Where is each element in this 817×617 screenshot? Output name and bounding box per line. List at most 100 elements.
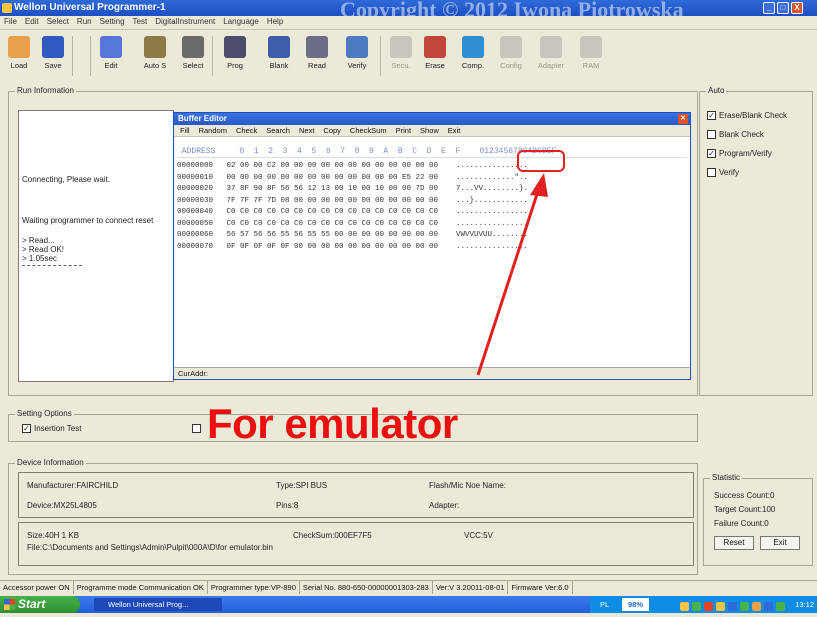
size-label: Size:40H 1 KB: [27, 531, 80, 540]
buffer-menu-copy[interactable]: Copy: [323, 126, 341, 135]
menu-item-setting[interactable]: Setting: [96, 16, 129, 27]
toolbar-button-label: Auto S: [143, 61, 167, 70]
buffer-menu-check[interactable]: Check: [236, 126, 257, 135]
tray-icon[interactable]: [716, 602, 725, 611]
battery-indicator[interactable]: 98%: [622, 598, 650, 611]
status-segment: Serial No. 880-650-00000001303-283: [300, 581, 433, 594]
status-segment: Accessor power ON: [0, 581, 74, 594]
exit-button[interactable]: Exit: [760, 536, 800, 550]
buffer-menu-random[interactable]: Random: [199, 126, 227, 135]
pins-label: Pins:8: [276, 501, 299, 510]
auto-option-checkbox[interactable]: ✓: [707, 149, 716, 159]
insertion-test-option[interactable]: ✓ Insertion Test: [22, 424, 82, 434]
tray-icon[interactable]: [728, 602, 737, 611]
tray-icon[interactable]: [680, 602, 689, 611]
tray-icon[interactable]: [764, 602, 773, 611]
toolbar-blank-button[interactable]: Blank: [262, 34, 296, 80]
auto-option-checkbox[interactable]: [707, 168, 716, 178]
menu-item-language[interactable]: Language: [219, 16, 263, 27]
toolbar-button-label: Save: [44, 61, 62, 70]
app-icon: [2, 3, 12, 13]
toolbar-button-label: Read: [308, 61, 326, 70]
auto-option-label: Verify: [719, 168, 740, 177]
menu-item-select[interactable]: Select: [43, 16, 73, 27]
buffer-editor-titlebar[interactable]: Buffer Editor ✕: [174, 113, 690, 125]
menu-item-digitalinstrument[interactable]: DigitalInstrument: [151, 16, 219, 27]
toolbar-separator: [90, 36, 91, 76]
buffer-menu-show[interactable]: Show: [420, 126, 439, 135]
buffer-menu-checksum[interactable]: CheckSum: [350, 126, 387, 135]
status-segment: Ver:V 3.20011-08-01: [433, 581, 509, 594]
toolbar-load-button[interactable]: Load: [2, 34, 36, 80]
toolbar-comp-button[interactable]: Comp.: [456, 34, 490, 80]
tray-icon[interactable]: [704, 602, 713, 611]
buffer-menu-fill[interactable]: Fill: [180, 126, 190, 135]
menu-item-test[interactable]: Test: [129, 16, 152, 27]
maximize-button[interactable]: □: [777, 2, 789, 14]
tray-icon[interactable]: [692, 602, 701, 611]
file-path-label: File:C:\Documents and Settings\Admin\Pul…: [27, 543, 273, 552]
auto-option-verify[interactable]: Verify: [707, 168, 740, 178]
menu-item-help[interactable]: Help: [263, 16, 287, 27]
auto-option-checkbox[interactable]: ✓: [707, 111, 716, 121]
auto-option-label: Program/Verify: [719, 149, 772, 158]
toolbar-secu-button: Secu.: [384, 34, 418, 80]
menu-item-file[interactable]: File: [0, 16, 21, 27]
toolbar-button-label: Blank: [269, 61, 289, 70]
toolbar-prog-button[interactable]: Prog: [218, 34, 252, 80]
adapter-label: Adapter:: [429, 501, 460, 510]
toolbar-separator: [72, 36, 73, 76]
run-information-title: Run Information: [15, 86, 76, 95]
auto-s-icon: [144, 36, 166, 58]
device-info-top: Manufacturer:FAIRCHILD Type:SPI BUS Flas…: [18, 472, 694, 518]
auto-option-blank-check[interactable]: Blank Check: [707, 130, 764, 140]
read-icon: [306, 36, 328, 58]
insertion-test-checkbox[interactable]: ✓: [22, 424, 31, 434]
insertion-test-label: Insertion Test: [34, 424, 82, 433]
buffer-editor-close-button[interactable]: ✕: [678, 114, 688, 124]
toolbar-erase-button[interactable]: Erase: [418, 34, 452, 80]
toolbar-select-button[interactable]: Select: [176, 34, 210, 80]
toolbar-save-button[interactable]: Save: [36, 34, 70, 80]
buffer-menu-next[interactable]: Next: [299, 126, 314, 135]
tray-icon[interactable]: [776, 602, 785, 611]
setting-option-2-checkbox[interactable]: [192, 424, 201, 434]
language-indicator[interactable]: PL: [600, 596, 609, 613]
run-log-line: > Read OK!: [22, 245, 65, 254]
auto-option-erase-blank-check[interactable]: ✓ Erase/Blank Check: [707, 111, 787, 121]
toolbar-edit-button[interactable]: Edit: [94, 34, 128, 80]
erase-icon: [424, 36, 446, 58]
toolbar-config-button: Config: [494, 34, 528, 80]
flash-name-label: Flash/Mic Noe Name:: [429, 481, 506, 490]
menu-item-edit[interactable]: Edit: [21, 16, 43, 27]
minimize-button[interactable]: _: [763, 2, 775, 14]
auto-option-checkbox[interactable]: [707, 130, 716, 140]
type-label: Type:SPI BUS: [276, 481, 328, 490]
target-count: Target Count:100: [714, 505, 776, 514]
reset-button[interactable]: Reset: [714, 536, 754, 550]
start-label: Start: [18, 597, 46, 611]
failure-count: Failure Count:0: [714, 519, 769, 528]
load-icon: [8, 36, 30, 58]
toolbar-read-button[interactable]: Read: [300, 34, 334, 80]
toolbar-auto-s-button[interactable]: Auto S: [138, 34, 172, 80]
auto-option-program-verify[interactable]: ✓ Program/Verify: [707, 149, 772, 159]
tray-icon[interactable]: [752, 602, 761, 611]
toolbar-verify-button[interactable]: Verify: [340, 34, 374, 80]
tray-icon[interactable]: [740, 602, 749, 611]
buffer-menu-search[interactable]: Search: [266, 126, 290, 135]
auto-title: Auto: [706, 86, 727, 95]
menu-item-run[interactable]: Run: [73, 16, 96, 27]
start-button[interactable]: Start: [0, 596, 80, 613]
toolbar: Load Save Edit Auto S Select Prog Blank Read Ver…: [0, 30, 700, 84]
run-log-line: Waiting programmer to connect reset: [22, 216, 154, 225]
taskbar-item-programmer[interactable]: Wellon Universal Prog...: [94, 598, 222, 611]
buffer-menu-exit[interactable]: Exit: [448, 126, 461, 135]
close-button[interactable]: X: [791, 2, 803, 14]
setting-option-2[interactable]: [192, 424, 204, 434]
toolbar-button-label: Verify: [347, 61, 367, 70]
window-title: Wellon Universal Programmer-1: [14, 2, 166, 13]
buffer-editor-window[interactable]: Buffer Editor ✕ Fill Random Check Search Nex…: [173, 112, 691, 380]
buffer-menu-print[interactable]: Print: [396, 126, 411, 135]
system-tray: PL 98% 13:12: [590, 596, 817, 613]
